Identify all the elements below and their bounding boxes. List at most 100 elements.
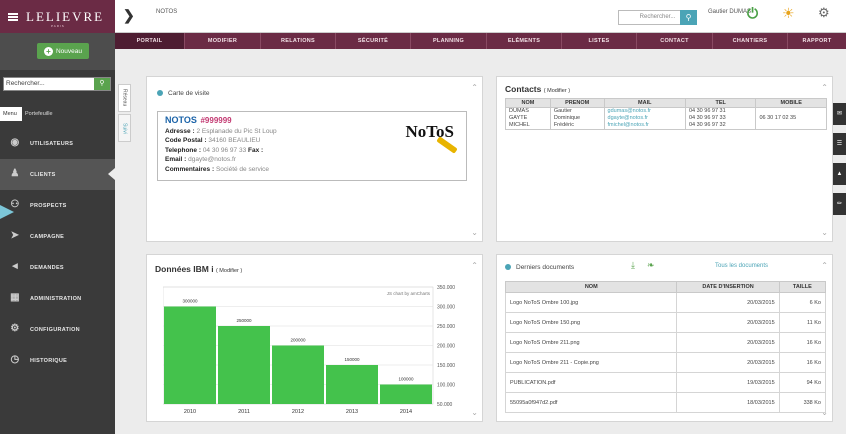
chevron-down-icon[interactable]: ⌄ [471,228,478,237]
menu-modifier[interactable]: MODIFIER [185,33,261,49]
column-header: PRENOM [549,98,605,108]
table-cell: 04 30 96 97 31 [684,107,757,115]
sidebar-item-demandes[interactable]: ◄ DEMANDES [0,252,115,283]
edge-tab-pin-icon[interactable]: ✏ [833,193,846,215]
menu-chantiers[interactable]: CHANTIERS [713,33,788,49]
sidebar-nav: ◉ UTILISATEURS ♟ CLIENTS ⚇ PROSPECTS ➤ CAMPA… [0,128,115,376]
table-cell: 16 Ko [778,332,827,353]
vtab-suivi[interactable]: Suivi [118,114,131,142]
menu-relations[interactable]: RELATIONS [261,33,336,49]
power-icon[interactable]: ⏻ [747,5,758,22]
table-cell: 6 Ko [778,292,827,313]
chevron-up-icon[interactable]: ⌃ [471,261,478,270]
chevron-down-icon[interactable]: ⌄ [821,228,828,237]
menu-portail[interactable]: PORTAIL [115,33,185,49]
comment-value: Société de service [215,165,270,173]
column-header: TEL [684,98,757,108]
search-icon[interactable]: ⚲ [94,78,110,90]
menu-rapport[interactable]: RAPPORT [788,33,846,49]
card-title: Carte de visite [168,90,210,97]
documents-table: NOM DATE D'INSERTION TAILLE Logo NoToS Omb… [504,281,827,413]
table-cell[interactable]: gdumas@notos.fr [603,107,686,115]
panel-title: Derniers documents [505,264,574,271]
table-row[interactable]: Logo NoToS Ombre 211.png 20/03/2015 16 Ko [504,332,827,353]
sun-icon[interactable]: ☀ [782,5,795,22]
all-documents-link[interactable]: Tous les documents [715,263,768,269]
chart-bar [326,365,378,404]
new-area: + Nouveau [0,33,115,70]
table-cell[interactable]: Logo NoToS Ombre 100.jpg [504,292,678,313]
postal-code-label: Code Postal : [165,137,209,144]
comment-label: Commentaires : [165,165,216,173]
menu-securite[interactable]: SÉCURITÉ [336,33,411,49]
chevron-up-icon[interactable]: ⌃ [471,83,478,92]
chevron-right-icon[interactable]: ❯ [123,8,135,22]
tab-menu[interactable]: Menu [0,107,22,121]
bar-value-label: 100000 [398,377,414,382]
table-cell[interactable]: 55095a0f947d2.pdf [504,392,678,413]
table-row[interactable]: MICHEL Frédéric fmichel@notos.fr 04 30 96 9… [505,122,827,130]
fax-label: Fax : [246,146,264,154]
tab-portefeuille[interactable]: Portefeuille [22,107,62,121]
sidebar-item-campagne[interactable]: ➤ CAMPAGNE [0,221,115,252]
vtab-reseau[interactable]: Réseau [118,84,131,112]
table-cell[interactable]: fmichel@notos.fr [603,122,686,130]
chevron-up-icon[interactable]: ⌃ [821,261,828,270]
sidebar-item-label: CAMPAGNE [30,233,65,240]
y-tick-label: 100.000 [437,383,455,389]
edge-tab-warning-icon[interactable]: ▲ [833,163,846,185]
table-header: NOM DATE D'INSERTION TAILLE [504,281,827,293]
sidebar-item-clients[interactable]: ♟ CLIENTS [0,159,115,190]
chevron-up-icon[interactable]: ⌃ [821,83,828,92]
table-row[interactable]: PUBLICATION.pdf 19/03/2015 94 Ko [504,372,827,393]
sidebar-item-label: HISTORIQUE [30,357,68,364]
table-row[interactable]: DUMAS Gautier gdumas@notos.fr 04 30 96 97 3… [505,107,827,115]
y-tick-label: 200.000 [437,344,455,350]
table-cell: MICHEL [505,122,551,130]
sidebar-search[interactable]: Rechercher... ⚲ [3,77,111,91]
ibm-modify-link[interactable]: ( Modifier ) [216,268,242,274]
y-tick-label: 300.000 [437,305,455,311]
sidebar-item-configuration[interactable]: ⚙ CONFIGURATION [0,314,115,345]
sidebar-item-label: CONFIGURATION [30,326,80,333]
menu-planning[interactable]: PLANNING [411,33,487,49]
gear-icon[interactable]: ⚙ [818,5,830,21]
table-cell[interactable]: Logo NoToS Ombre 211 - Copie.png [504,352,678,373]
edge-tab-list-icon[interactable]: ☰ [833,133,846,155]
menu-contact[interactable]: CONTACT [637,33,713,49]
download-icon[interactable]: ⤓ [631,260,635,271]
table-cell: 19/03/2015 [676,372,780,393]
table-cell[interactable]: PUBLICATION.pdf [504,372,678,393]
sidebar-item-administration[interactable]: ▦ ADMINISTRATION [0,283,115,314]
table-row[interactable]: GAYTE Dominique dgayte@notos.fr 04 30 96 97… [505,115,827,122]
table-cell[interactable]: Logo NoToS Ombre 211.png [504,332,678,353]
menu-listes[interactable]: LISTES [562,33,637,49]
table-cell: Gautier [549,107,605,115]
menu-elements[interactable]: ELÉMENTS [487,33,562,49]
logo-bar: LELIEVRE PARIS [0,0,115,33]
sidebar-item-historique[interactable]: ◷ HISTORIQUE [0,345,115,376]
table-cell[interactable]: Logo NoToS Ombre 150.png [504,312,678,333]
paper-plane-icon: ➤ [10,230,20,241]
company-number: #999999 [200,116,232,125]
table-row[interactable]: 55095a0f947d2.pdf 18/03/2015 338 Ko [504,392,827,413]
new-button[interactable]: + Nouveau [37,43,89,59]
table-cell[interactable]: dgayte@notos.fr [603,115,686,122]
sidebar-search-input[interactable]: Rechercher... [4,78,94,90]
table-row[interactable]: Logo NoToS Ombre 211 - Copie.png 20/03/20… [504,352,827,373]
contacts-modify-link[interactable]: ( Modifier ) [544,88,570,94]
brand-subtitle: PARIS [51,24,65,28]
edge-tab-mail-icon[interactable]: ✉ [833,103,846,125]
table-row[interactable]: Logo NoToS Ombre 150.png 20/03/2015 11 Ko [504,312,827,333]
sidebar-item-prospects[interactable]: ⚇ PROSPECTS [0,190,115,221]
leaf-icon[interactable]: ❧ [647,260,655,271]
dot-icon [157,90,163,97]
column-header: MAIL [603,98,686,108]
table-row[interactable]: Logo NoToS Ombre 100.jpg 20/03/2015 6 Ko [504,292,827,313]
contacts-title: Contacts [505,84,542,94]
bar-value-label: 150000 [344,357,360,362]
search-icon[interactable]: ⚲ [680,10,697,25]
hamburger-menu-icon[interactable] [8,12,18,21]
sidebar-item-utilisateurs[interactable]: ◉ UTILISATEURS [0,128,115,159]
company-name: NOTOS [165,115,197,125]
